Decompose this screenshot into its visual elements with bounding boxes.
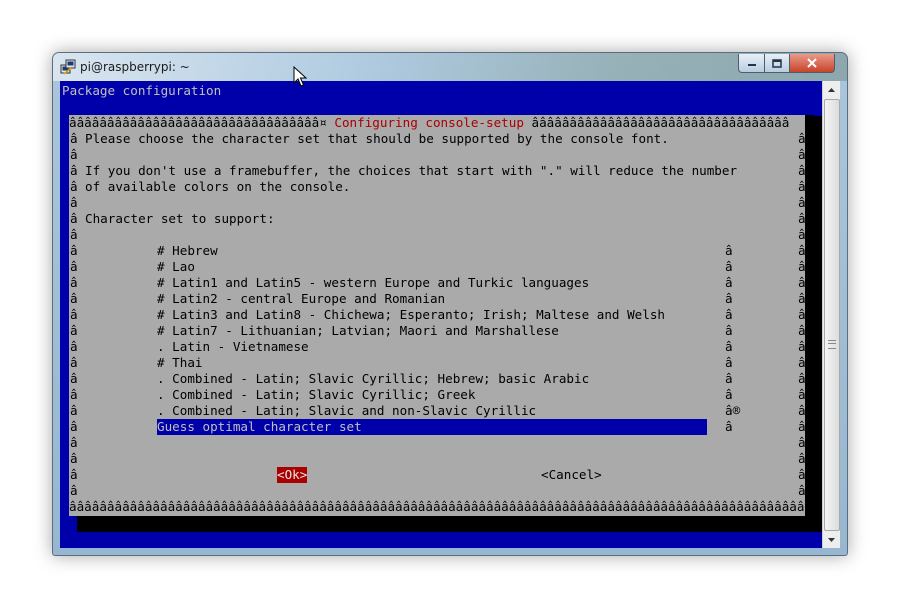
prompt-text: Please choose the character set that sho… [85,131,669,146]
dialog-left-border: â [70,435,78,450]
list-scroll-track: â [725,259,733,274]
close-button[interactable] [789,54,835,73]
dialog-bottom-border: ââââââââââââââââââââââââââââââââââââââââ… [69,499,822,514]
option-latin7[interactable]: # Latin7 - Lithuanian; Latvian; Maori an… [157,323,559,339]
list-scroll-track: â [725,323,733,338]
close-icon [807,58,817,68]
dialog-left-border: â [70,243,78,258]
option-guess-optimal-selected[interactable]: Guess optimal character set [157,419,707,435]
scroll-down-button[interactable] [823,531,840,548]
option-thai[interactable]: # Thai [157,355,203,371]
info-text-line2: of available colors on the console. [85,179,351,194]
minimize-icon [747,64,756,66]
list-scroll-track: â [725,387,733,402]
dialog-left-border: â [70,179,78,194]
vertical-scrollbar[interactable] [822,81,840,548]
dialog-left-border: â [70,275,78,290]
ok-button[interactable]: <Ok> [277,467,308,483]
dialog-top-border: âââââââââââââââââââââââââââââââââ¤ Confi… [69,115,789,131]
scroll-up-button[interactable] [823,81,840,98]
top-border-left: âââââââââââââââââââââââââââââââââ¤ [69,115,335,130]
question-label: Character set to support: [85,211,275,226]
dialog-left-border: â [70,467,78,482]
list-scroll-track: â [725,419,733,434]
dialog-left-border: â [70,131,78,146]
option-hebrew[interactable]: # Hebrew [157,243,218,259]
dialog-left-border: â [70,451,78,466]
grip-icon [828,340,836,349]
dialog-left-border: â [70,483,78,498]
maximize-icon [772,58,782,68]
option-combined-cyrillic[interactable]: . Combined - Latin; Slavic and non-Slavi… [157,403,536,419]
option-vietnamese[interactable]: . Latin - Vietnamese [157,339,309,355]
dialog-left-border: â [70,323,78,338]
option-combined-arabic[interactable]: . Combined - Latin; Slavic Cyrillic; Heb… [157,371,589,387]
dialog-left-border: â [70,307,78,322]
dialog-left-border: â [70,147,78,162]
dialog-right-shadow [805,115,814,516]
window-title: pi@raspberrypi: ~ [80,60,190,74]
list-scroll-track: â [725,275,733,290]
arrow-down-icon [828,537,835,542]
cancel-button[interactable]: <Cancel> [541,467,602,483]
title-bar[interactable]: pi@raspberrypi: ~ [53,53,847,81]
dialog-left-border: â [70,227,78,242]
terminal-screen[interactable]: Package configuration ââââââââââââââââââ… [60,81,822,548]
option-latin2[interactable]: # Latin2 - central Europe and Romanian [157,291,445,307]
minimize-button[interactable] [738,54,765,73]
option-latin3-latin8[interactable]: # Latin3 and Latin8 - Chichewa; Esperant… [157,307,665,323]
arrow-up-icon [828,87,835,92]
mouse-pointer-icon [293,66,308,87]
list-scroll-track: â [725,339,733,354]
info-text-line1: If you don't use a framebuffer, the choi… [85,163,738,178]
dialog-left-border: â [70,259,78,274]
list-scroll-track: â [725,243,733,258]
dialog-title: Configuring console-setup [334,115,524,130]
dialog-left-border: â [70,403,78,418]
console-setup-dialog: âââââââââââââââââââââââââââââââââ¤ Confi… [69,115,822,516]
putty-icon [60,59,76,75]
dialog-left-border: â [70,163,78,178]
option-latin1-latin5[interactable]: # Latin1 and Latin5 - western Europe and… [157,275,589,291]
dialog-left-border: â [70,211,78,226]
list-scroll-track: â [725,291,733,306]
list-scroll-track: â [725,307,733,322]
dialog-left-border: â [70,291,78,306]
list-scroll-track: â [725,371,733,386]
scrollbar-thumb[interactable] [824,99,840,531]
dialog-left-border: â [70,195,78,210]
dialog-left-border: â [70,355,78,370]
dialog-left-border: â [70,387,78,402]
dialog-left-border: â [70,339,78,354]
top-border-right: ââââââââââââââââââââââââââââââââââ [523,115,790,130]
option-lao[interactable]: # Lao [157,259,195,275]
list-scroll-track: â [725,355,733,370]
option-combined-greek[interactable]: . Combined - Latin; Slavic Cyrillic; Gre… [157,387,475,403]
list-scroll-thumb: â® [725,403,741,418]
dialog-left-border: â [70,371,78,386]
maximize-button[interactable] [764,54,790,73]
package-configuration-header: Package configuration [62,83,222,98]
dialog-left-border: â [70,419,78,434]
